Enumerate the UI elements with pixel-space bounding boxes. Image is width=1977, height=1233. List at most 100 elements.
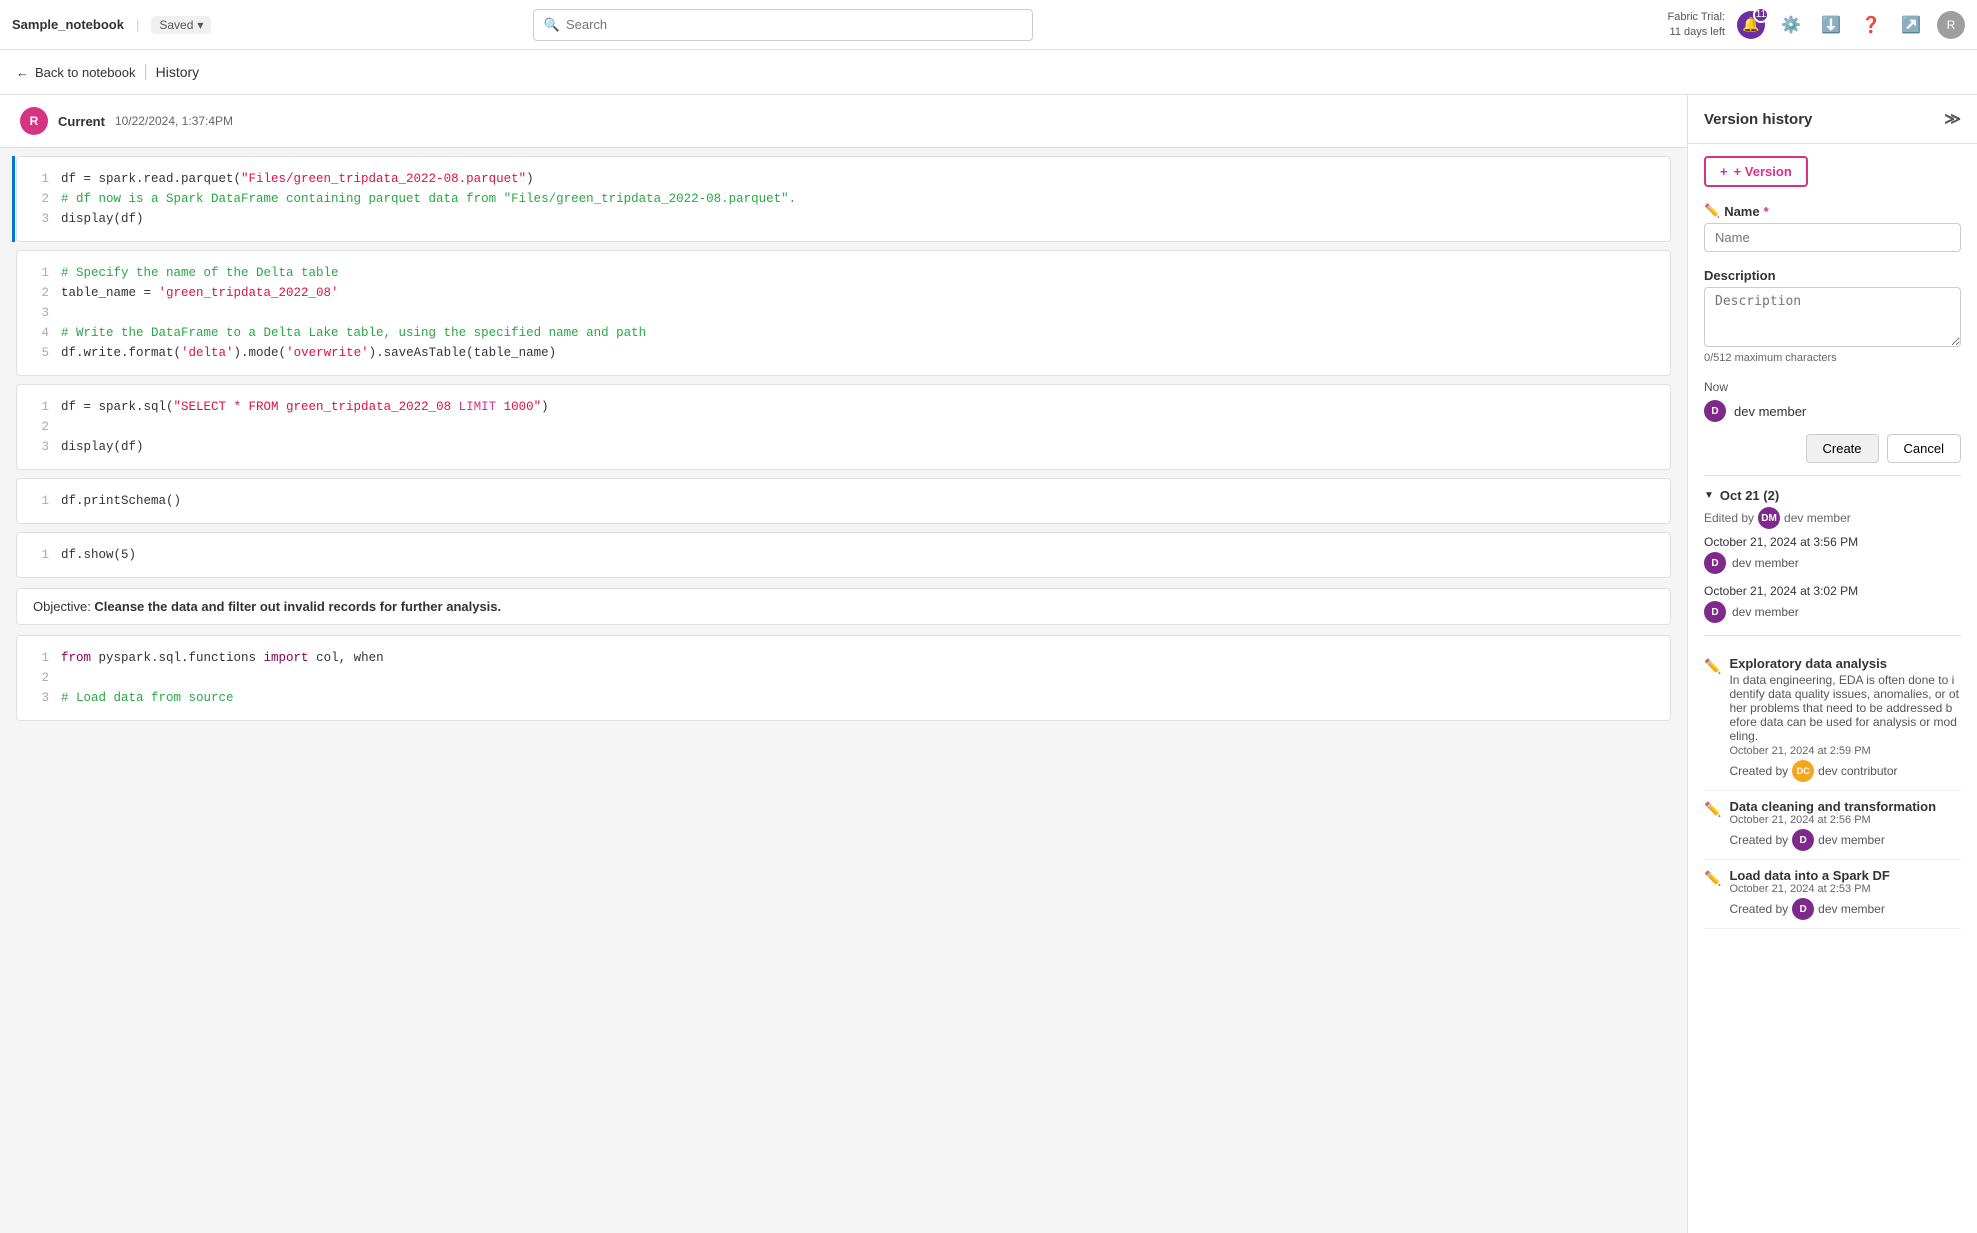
form-user-avatar: D <box>1704 400 1726 422</box>
load-title: Load data into a Spark DF <box>1729 868 1961 883</box>
version-date-2: October 21, 2024 at 3:02 PM <box>1704 584 1961 598</box>
current-header: R Current 10/22/2024, 1:37:4PM <box>0 95 1687 148</box>
cell-container-6: 1 from pyspark.sql.functions import col,… <box>16 635 1671 721</box>
notifications-button[interactable]: 🔔 11 <box>1737 11 1765 39</box>
current-user-avatar: R <box>20 107 48 135</box>
saved-badge[interactable]: Saved ▾ <box>151 16 211 34</box>
help-icon: ❓ <box>1861 15 1881 35</box>
notebook-area: R Current 10/22/2024, 1:37:4PM 1 df = sp… <box>0 95 1687 1233</box>
code-line: 1 df = spark.read.parquet("Files/green_t… <box>33 169 1654 189</box>
add-version-button[interactable]: + + Version <box>1704 156 1808 187</box>
version-description-input[interactable] <box>1704 287 1961 347</box>
collapse-panel-button[interactable]: ≫ <box>1944 109 1961 129</box>
edit-version-icon-eda[interactable]: ✏️ <box>1704 658 1721 782</box>
back-arrow-icon: ← <box>16 65 29 80</box>
version-panel-header: Version history ≫ <box>1688 95 1977 144</box>
gear-icon: ⚙️ <box>1781 15 1801 35</box>
cell-container-1: 1 df = spark.read.parquet("Files/green_t… <box>16 156 1671 242</box>
plus-icon: + <box>1720 164 1728 179</box>
user-avatar[interactable]: R <box>1937 11 1965 39</box>
history-label: History <box>156 64 200 80</box>
edited-by-user: dev member <box>1784 511 1851 525</box>
code-cell-1: 1 df = spark.read.parquet("Files/green_t… <box>16 156 1671 242</box>
version-user-1: dev member <box>1732 556 1799 570</box>
version-panel-body: + + Version ✏️ Name * Description 0/512 … <box>1688 144 1977 1233</box>
version-group-oct21: ▼ Oct 21 (2) Edited by DM dev member Oct… <box>1704 488 1961 623</box>
nav-right: Fabric Trial: 11 days left 🔔 11 ⚙️ ⬇️ ❓ … <box>1668 10 1965 39</box>
named-version-load: ✏️ Load data into a Spark DF October 21,… <box>1704 860 1961 929</box>
named-version-cleaning: ✏️ Data cleaning and transformation Octo… <box>1704 791 1961 860</box>
edit-version-icon-cleaning[interactable]: ✏️ <box>1704 801 1721 851</box>
top-nav: Sample_notebook | Saved ▾ 🔍 Fabric Trial… <box>0 0 1977 50</box>
edit-icon: ✏️ <box>1704 203 1720 219</box>
version-name-input[interactable] <box>1704 223 1961 252</box>
cleaning-creator-avatar: D <box>1792 829 1814 851</box>
edited-by-avatar: DM <box>1758 507 1780 529</box>
version-description-section: Description 0/512 maximum characters <box>1704 268 1961 364</box>
load-creator-avatar: D <box>1792 898 1814 920</box>
eda-creator-avatar: DC <box>1792 760 1814 782</box>
cell-container-5: 1 df.show(5) <box>16 532 1671 578</box>
share-icon: ↗️ <box>1901 15 1921 35</box>
named-version-eda: ✏️ Exploratory data analysis In data eng… <box>1704 648 1961 791</box>
version-date-1: October 21, 2024 at 3:56 PM <box>1704 535 1961 549</box>
version-entry-2: October 21, 2024 at 3:02 PM D dev member <box>1704 584 1961 623</box>
edit-version-icon-load[interactable]: ✏️ <box>1704 870 1721 920</box>
description-label: Description <box>1704 268 1961 283</box>
code-cell-6: 1 from pyspark.sql.functions import col,… <box>16 635 1671 721</box>
current-timestamp: 10/22/2024, 1:37:4PM <box>115 114 233 128</box>
form-user-name: dev member <box>1734 404 1806 419</box>
now-label: Now <box>1704 380 1961 394</box>
code-cell-3: 1 df = spark.sql("SELECT * FROM green_tr… <box>16 384 1671 470</box>
load-date: October 21, 2024 at 2:53 PM <box>1729 883 1961 895</box>
eda-description: In data engineering, EDA is often done t… <box>1729 673 1961 743</box>
download-button[interactable]: ⬇️ <box>1817 11 1845 39</box>
help-button[interactable]: ❓ <box>1857 11 1885 39</box>
version-entry-1: October 21, 2024 at 3:56 PM D dev member <box>1704 535 1961 574</box>
breadcrumb: ← Back to notebook | History <box>0 50 1977 95</box>
version-user-avatar-2: D <box>1704 601 1726 623</box>
cancel-version-button[interactable]: Cancel <box>1887 434 1961 463</box>
search-input[interactable] <box>566 17 1022 32</box>
chevron-down-icon[interactable]: ▼ <box>1704 490 1714 501</box>
fabric-trial-text: Fabric Trial: 11 days left <box>1668 10 1725 39</box>
create-version-button[interactable]: Create <box>1806 434 1879 463</box>
cell-indicator <box>12 156 15 242</box>
notebook-title: Sample_notebook <box>12 17 124 32</box>
eda-title: Exploratory data analysis <box>1729 656 1961 671</box>
notif-count-badge: 11 <box>1753 7 1769 23</box>
code-cell-4: 1 df.printSchema() <box>16 478 1671 524</box>
share-button[interactable]: ↗️ <box>1897 11 1925 39</box>
eda-date: October 21, 2024 at 2:59 PM <box>1729 745 1961 757</box>
cleaning-date: October 21, 2024 at 2:56 PM <box>1729 814 1961 826</box>
settings-button[interactable]: ⚙️ <box>1777 11 1805 39</box>
code-line: 2 # df now is a Spark DataFrame containi… <box>33 189 1654 209</box>
cell-container-3: 1 df = spark.sql("SELECT * FROM green_tr… <box>16 384 1671 470</box>
main-layout: R Current 10/22/2024, 1:37:4PM 1 df = sp… <box>0 95 1977 1233</box>
current-label: Current <box>58 114 105 129</box>
edited-by-row: Edited by DM dev member <box>1704 507 1961 529</box>
eda-created-by: Created by DC dev contributor <box>1729 760 1961 782</box>
name-label: ✏️ Name * <box>1704 203 1961 219</box>
version-name-section: ✏️ Name * <box>1704 203 1961 252</box>
group-label: Oct 21 (2) <box>1720 488 1779 503</box>
back-to-notebook-link[interactable]: ← Back to notebook <box>16 65 135 80</box>
search-bar: 🔍 <box>533 9 1033 41</box>
search-icon: 🔍 <box>544 17 560 33</box>
load-created-by: Created by D dev member <box>1729 898 1961 920</box>
cleaning-created-by: Created by D dev member <box>1729 829 1961 851</box>
version-user-avatar-1: D <box>1704 552 1726 574</box>
code-cell-5: 1 df.show(5) <box>16 532 1671 578</box>
form-user-row: D dev member <box>1704 400 1961 422</box>
code-line: 3 display(df) <box>33 209 1654 229</box>
objective-cell: Objective: Cleanse the data and filter o… <box>16 588 1671 625</box>
char-count: 0/512 maximum characters <box>1704 352 1961 364</box>
download-icon: ⬇️ <box>1821 15 1841 35</box>
cell-container-4: 1 df.printSchema() <box>16 478 1671 524</box>
code-cell-2: 1 # Specify the name of the Delta table … <box>16 250 1671 376</box>
form-btn-row: Create Cancel <box>1704 434 1961 463</box>
cleaning-title: Data cleaning and transformation <box>1729 799 1961 814</box>
cell-container-2: 1 # Specify the name of the Delta table … <box>16 250 1671 376</box>
version-user-2: dev member <box>1732 605 1799 619</box>
version-history-panel: Version history ≫ + + Version ✏️ Name * <box>1687 95 1977 1233</box>
